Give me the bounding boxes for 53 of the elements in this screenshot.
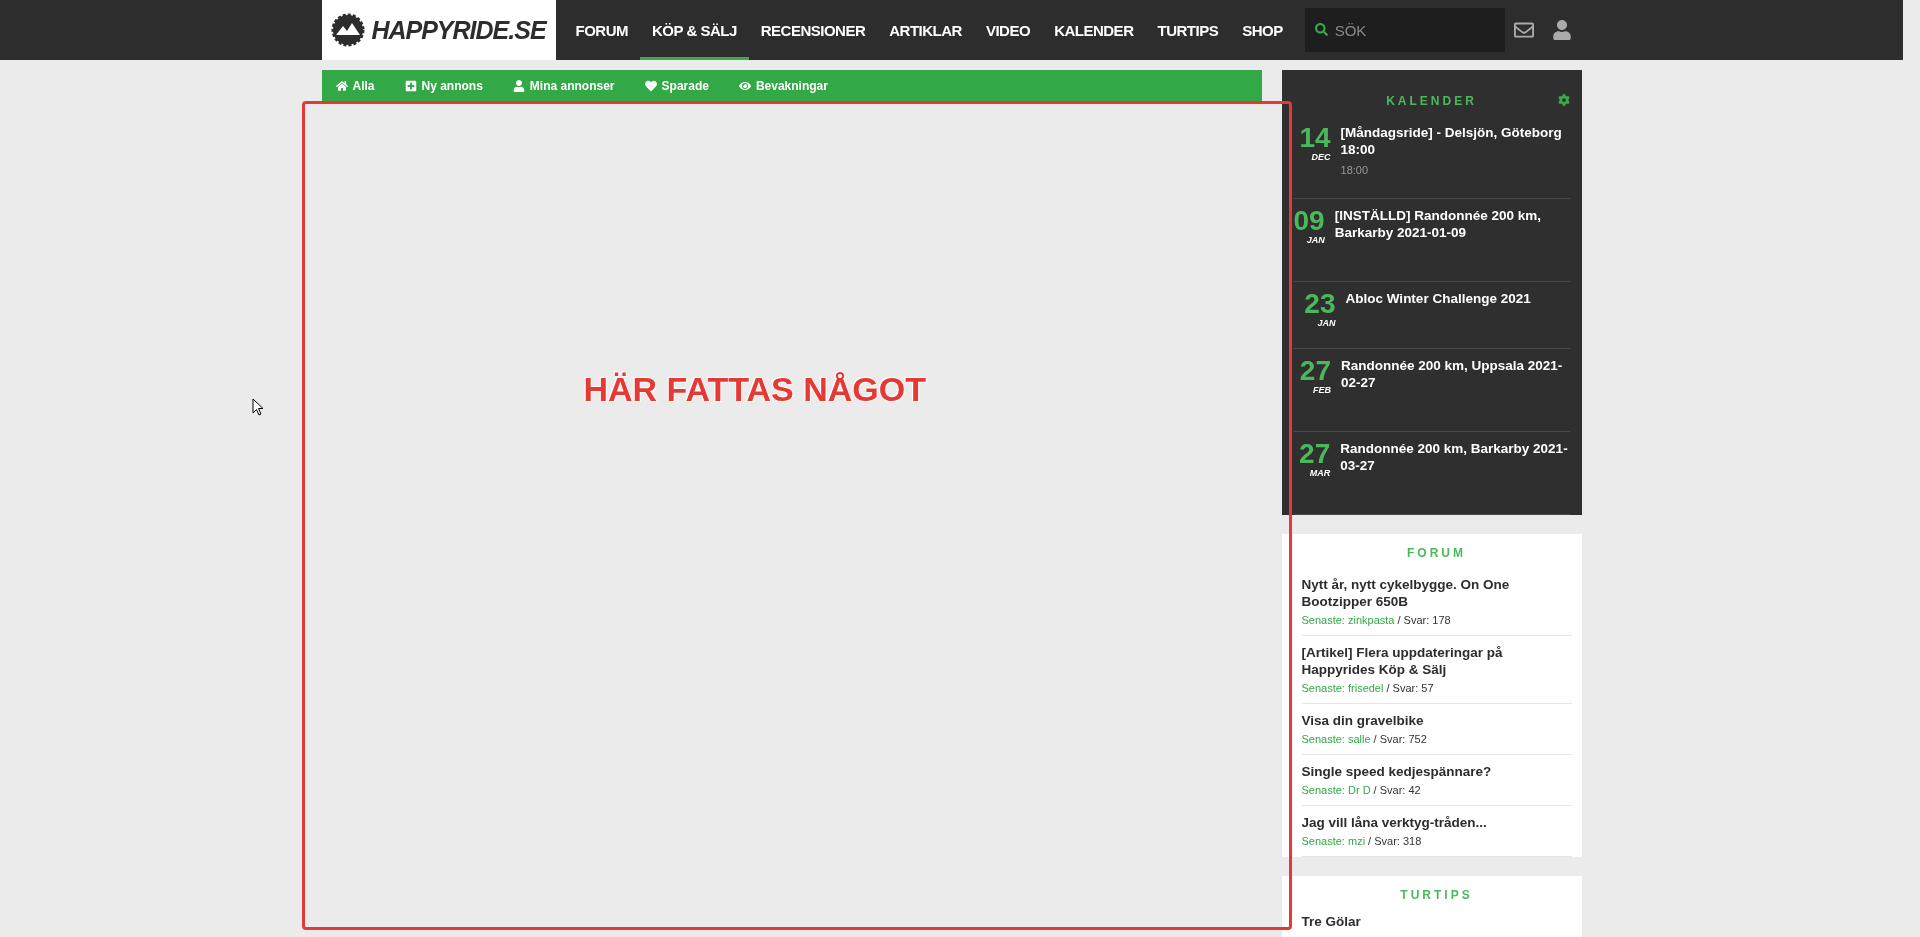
thread-link[interactable]: Visa din gravelbike [1301,712,1572,729]
event-day: 27 [1299,357,1331,385]
event-link[interactable]: Randonnée 200 km, Uppsala 2021-02-27 [1341,357,1570,391]
tip-link[interactable]: Tre Gölar [1301,910,1572,937]
nav-tab[interactable]: SHOP [1230,0,1295,60]
event-link[interactable]: [Måndagsride] - Delsjön, Göteborg 18:00 [1340,124,1570,158]
event-month: JAN [1306,235,1325,245]
site-logo[interactable]: HAPPYRIDE.SE [321,0,556,60]
user-icon[interactable] [1551,20,1572,40]
nav-tab[interactable]: TURTIPS [1145,0,1231,60]
nav-tab[interactable]: KALENDER [1042,0,1146,60]
mail-icon[interactable] [1513,20,1534,40]
thread-link[interactable]: Single speed kedjespännare? [1301,763,1572,780]
nav-tab[interactable]: FORUM [563,0,640,60]
search-field[interactable]: SÖK [1304,8,1505,52]
annotation-text: HÄR FATTAS NÅGOT [583,370,926,409]
event-day: 09 [1293,207,1325,235]
panel-title: FORUM [1406,545,1467,562]
thread-link[interactable]: Nytt år, nytt cykelbygge. On One Bootzipper 650B [1301,576,1572,610]
link-icon [404,79,417,92]
event-link[interactable]: Abloc Winter Challenge 2021 [1345,290,1531,307]
panel-title: TURTIPS [1399,887,1474,904]
event-day: 23 [1304,290,1336,318]
event-month: DEC [1311,152,1331,162]
logo-text: HAPPYRIDE.SE [371,15,546,45]
link-icon [335,79,348,92]
event-link[interactable]: [INSTÄLLD] Randonnée 200 km, Barkarby 2021-01-09 [1334,207,1570,241]
link-icon [512,79,525,92]
event-month: FEB [1313,385,1331,395]
panel-title: KALENDER [1385,93,1478,110]
mountain-gear-icon [331,13,366,47]
nav-tab[interactable]: RECENSIONER [748,0,878,60]
reply-count: / Svar: 752 [1373,733,1427,745]
settings-icon[interactable] [1557,94,1570,106]
thread-link[interactable]: Jag vill låna verktyg-tråden... [1301,814,1572,831]
reply-count: / Svar: 318 [1368,835,1422,847]
reply-count: / Svar: 178 [1397,614,1451,626]
event-time: 18:00 [1340,164,1370,176]
thread-link[interactable]: [Artikel] Flera uppdateringar på Happyrides Köp & Sälj [1301,644,1572,678]
event-month: MAR [1309,468,1331,478]
nav-tab[interactable]: VIDEO [973,0,1043,60]
mouse-pointer-icon [252,398,264,416]
nav-tab[interactable]: ARTIKLAR [877,0,974,60]
reply-count: / Svar: 42 [1373,784,1421,796]
event-link[interactable]: Randonnée 200 km, Barkarby 2021-03-27 [1340,440,1570,474]
reply-count: / Svar: 57 [1386,682,1434,694]
search-icon [1314,23,1328,36]
event-day: 14 [1299,124,1331,152]
event-day: 27 [1299,440,1331,468]
link-icon [644,79,657,92]
nav-tab[interactable]: KÖP & SÄLJ [640,0,749,60]
event-month: JAN [1317,318,1336,328]
link-icon [738,79,751,92]
